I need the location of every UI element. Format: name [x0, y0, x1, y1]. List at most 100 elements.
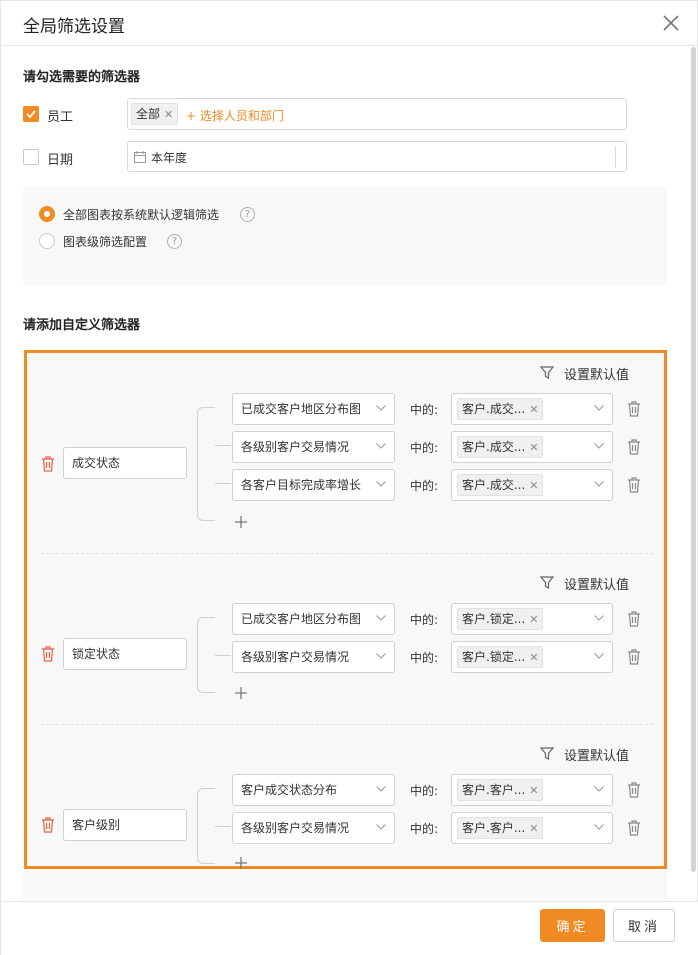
field-multiselect[interactable]: 客户.成交... ✕	[451, 393, 613, 425]
delete-row-icon[interactable]	[627, 782, 641, 798]
chart-select-value: 已成交客户地区分布图	[241, 402, 362, 416]
scrollbar[interactable]	[691, 47, 696, 872]
chart-select[interactable]: 各级别客户交易情况	[232, 641, 395, 673]
calendar-icon	[134, 151, 146, 163]
radio-chart-level[interactable]: 图表级筛选配置 ?	[39, 231, 189, 251]
chevron-down-icon	[376, 824, 386, 830]
delete-row-icon[interactable]	[627, 439, 641, 455]
help-icon[interactable]: ?	[240, 207, 255, 222]
bracket-tick	[215, 483, 231, 484]
field-multiselect[interactable]: 客户.客户... ✕	[451, 774, 613, 806]
employee-checkbox-row[interactable]: 员工	[23, 104, 113, 125]
in-label: 中的:	[410, 784, 439, 798]
delete-row-icon[interactable]	[627, 649, 641, 665]
close-icon[interactable]	[659, 11, 683, 35]
add-row-icon[interactable]	[234, 686, 248, 700]
delete-row-icon[interactable]	[627, 401, 641, 417]
bracket-tick	[215, 445, 231, 446]
chevron-down-icon	[594, 443, 604, 449]
field-multiselect[interactable]: 客户.成交... ✕	[451, 431, 613, 463]
filter-name-input[interactable]: 锁定状态	[63, 638, 187, 670]
filter-name-input[interactable]: 客户级别	[63, 809, 187, 841]
tag-remove-icon[interactable]: ✕	[529, 441, 538, 454]
field-multiselect[interactable]: 客户.锁定... ✕	[451, 603, 613, 635]
chevron-down-icon	[376, 615, 386, 621]
filter-icon	[540, 366, 554, 379]
radio-default-logic-label: 全部图表按系统默认逻辑筛选	[63, 208, 220, 222]
radio-default-logic[interactable]: 全部图表按系统默认逻辑筛选 ?	[39, 204, 259, 224]
tag-remove-icon[interactable]: ✕	[529, 613, 538, 626]
chart-select[interactable]: 已成交客户地区分布图	[232, 393, 395, 425]
in-label: 中的:	[410, 403, 439, 417]
delete-row-icon[interactable]	[627, 477, 641, 493]
group-divider	[41, 553, 653, 554]
field-tag-label: 客户.客户...	[462, 783, 526, 797]
employee-checkbox[interactable]	[23, 106, 39, 122]
date-checkbox-row[interactable]: 日期	[23, 147, 113, 168]
chevron-down-icon	[594, 615, 604, 621]
delete-group-icon[interactable]	[41, 456, 55, 472]
field-tag: 客户.成交... ✕	[457, 474, 544, 496]
field-tag: 客户.客户... ✕	[457, 779, 544, 801]
radio-chart-level-button[interactable]	[39, 233, 55, 249]
field-tag-label: 客户.客户...	[462, 821, 526, 835]
delete-group-icon[interactable]	[41, 646, 55, 662]
chart-select[interactable]: 客户成交状态分布	[232, 774, 395, 806]
group-bracket	[197, 788, 215, 864]
chevron-down-icon	[594, 405, 604, 411]
delete-group-icon[interactable]	[41, 817, 55, 833]
date-selector[interactable]: 本年度	[127, 141, 627, 172]
chevron-down-icon	[594, 786, 604, 792]
tag-remove-icon[interactable]: ✕	[529, 479, 538, 492]
chart-select[interactable]: 各级别客户交易情况	[232, 431, 395, 463]
dialog-title: 全局筛选设置	[23, 17, 125, 37]
set-default-label: 设置默认值	[564, 368, 630, 383]
chevron-down-icon	[594, 653, 604, 659]
set-default-label: 设置默认值	[564, 749, 630, 764]
delete-row-icon[interactable]	[627, 611, 641, 627]
custom-filter-group: 设置默认值 成交状态 已成交客户地区分布图 中的: 客户.成交... ✕ 各级别客…	[27, 353, 664, 553]
tag-remove-icon[interactable]: ✕	[164, 108, 173, 121]
chevron-down-icon	[376, 405, 386, 411]
delete-row-icon[interactable]	[627, 820, 641, 836]
in-label: 中的:	[410, 651, 439, 665]
tag-remove-icon[interactable]: ✕	[529, 822, 538, 835]
employee-tag-label: 全部	[136, 107, 161, 121]
field-multiselect[interactable]: 客户.成交... ✕	[451, 469, 613, 501]
chart-select-value: 已成交客户地区分布图	[241, 612, 362, 626]
in-label: 中的:	[410, 479, 439, 493]
global-filter-dialog: 全局筛选设置 请勾选需要的筛选器 员工 全部 ✕ + 选择人员和部门 日期 本年度…	[0, 0, 698, 955]
in-label: 中的:	[410, 441, 439, 455]
section-title-filters: 请勾选需要的筛选器	[23, 70, 141, 85]
group-bracket	[197, 617, 215, 693]
field-multiselect[interactable]: 客户.锁定... ✕	[451, 641, 613, 673]
employee-selector[interactable]: 全部 ✕ + 选择人员和部门	[127, 98, 627, 130]
chart-select[interactable]: 各客户目标完成率增长	[232, 469, 395, 501]
tag-remove-icon[interactable]: ✕	[529, 784, 538, 797]
panel-bottom-strip	[23, 871, 667, 901]
radio-default-logic-button[interactable]	[39, 206, 55, 222]
help-icon[interactable]: ?	[167, 234, 182, 249]
in-label: 中的:	[410, 613, 439, 627]
filter-icon	[540, 747, 554, 760]
date-checkbox[interactable]	[23, 149, 39, 165]
add-row-icon[interactable]	[234, 856, 248, 870]
field-tag-label: 客户.锁定...	[462, 650, 526, 664]
chart-select-value: 各级别客户交易情况	[241, 440, 350, 454]
chevron-down-icon	[376, 786, 386, 792]
add-row-icon[interactable]	[234, 515, 248, 529]
add-people-link[interactable]: + 选择人员和部门	[186, 107, 284, 124]
tag-remove-icon[interactable]: ✕	[529, 651, 538, 664]
chart-select[interactable]: 各级别客户交易情况	[232, 812, 395, 844]
field-multiselect[interactable]: 客户.客户... ✕	[451, 812, 613, 844]
cancel-button[interactable]: 取消	[613, 909, 675, 942]
custom-filter-group: 设置默认值 客户级别 客户成交状态分布 中的: 客户.客户... ✕ 各级别客户交…	[27, 734, 664, 869]
field-tag: 客户.成交... ✕	[457, 398, 544, 420]
filter-name-input[interactable]: 成交状态	[63, 447, 187, 479]
confirm-button[interactable]: 确定	[540, 909, 605, 942]
tag-remove-icon[interactable]: ✕	[529, 403, 538, 416]
group-divider	[41, 724, 653, 725]
in-label: 中的:	[410, 822, 439, 836]
chart-select-value: 各客户目标完成率增长	[241, 478, 362, 492]
chart-select[interactable]: 已成交客户地区分布图	[232, 603, 395, 635]
